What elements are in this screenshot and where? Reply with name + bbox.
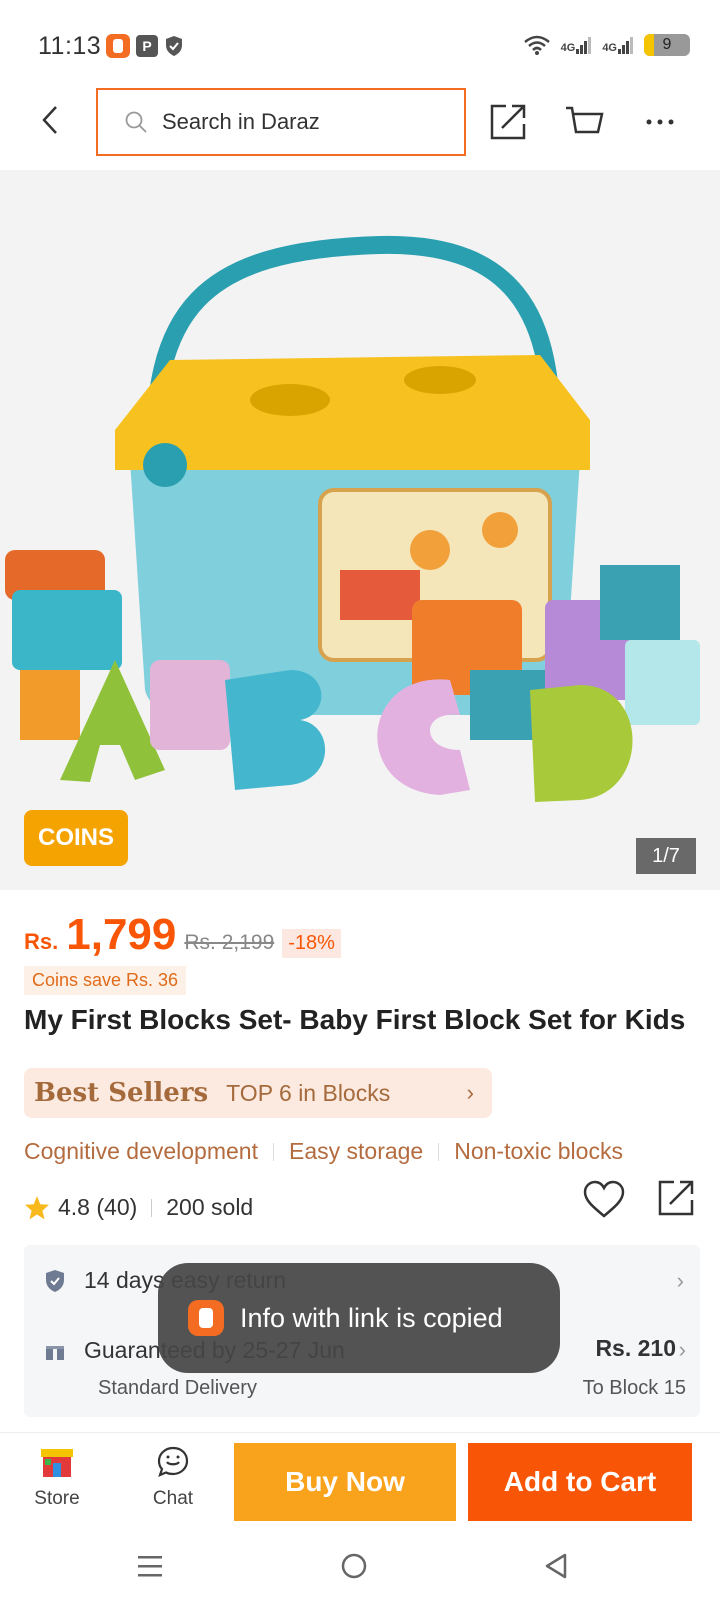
- daraz-app-icon: [106, 34, 130, 58]
- system-icons: 4G 4G 9: [523, 34, 690, 56]
- network-type-2: 4G: [602, 42, 617, 54]
- signal-icon-2: 4G: [602, 36, 634, 54]
- rating-value[interactable]: 4.8 (40): [58, 1194, 137, 1221]
- coins-save-badge: Coins save Rs. 36: [24, 966, 187, 995]
- signal-icon-1: 4G: [561, 36, 593, 54]
- add-to-cart-button[interactable]: Add to Cart: [468, 1443, 692, 1521]
- home-button[interactable]: [332, 1544, 376, 1588]
- system-nav-bar: [0, 1532, 720, 1600]
- delivery-type: Standard Delivery: [98, 1377, 257, 1399]
- back-button[interactable]: [30, 100, 70, 140]
- price-currency: Rs.: [24, 929, 59, 954]
- image-page-indicator: 1/7: [636, 838, 696, 874]
- best-sellers-banner[interactable]: Best Sellers TOP 6 in Blocks ›: [24, 1068, 492, 1118]
- status-time: 11:13: [38, 32, 102, 60]
- product-tags: Cognitive development Easy storage Non-t…: [24, 1138, 623, 1165]
- heart-icon: [583, 1180, 625, 1218]
- wishlist-button[interactable]: [582, 1178, 626, 1222]
- delivery-destination: To Block 15: [582, 1377, 686, 1399]
- header: Search in Daraz: [0, 80, 720, 170]
- tag-item: Non-toxic blocks: [454, 1138, 623, 1164]
- coins-badge: COINS: [24, 810, 128, 866]
- discount-badge: -18%: [282, 929, 341, 958]
- best-sellers-label: Best Sellers: [34, 1078, 209, 1108]
- product-image: [5, 235, 700, 802]
- status-bar: 11:13 P 4G 4G 9: [0, 0, 720, 80]
- divider: [151, 1198, 153, 1217]
- chat-icon: [157, 1446, 189, 1477]
- sold-count: 200 sold: [166, 1194, 254, 1220]
- recents-button[interactable]: [128, 1544, 172, 1588]
- shield-icon: [166, 36, 182, 56]
- toast-message: Info with link is copied: [158, 1263, 560, 1373]
- wifi-icon: [523, 35, 550, 55]
- more-icon: [646, 119, 674, 125]
- price-row: Rs. 1,799 Rs. 2,199 -18%: [24, 910, 341, 960]
- cart-icon: [566, 106, 604, 134]
- chevron-right-icon: ›: [678, 1337, 686, 1362]
- divider: [438, 1142, 440, 1161]
- system-back-button[interactable]: [534, 1544, 578, 1588]
- cart-button[interactable]: [562, 100, 606, 144]
- toast-text: Info with link is copied: [240, 1302, 503, 1333]
- search-input[interactable]: Search in Daraz: [96, 88, 466, 156]
- tag-item: Easy storage: [288, 1138, 424, 1164]
- share-button[interactable]: [486, 100, 530, 144]
- current-price: 1,799: [66, 910, 177, 959]
- tag-item: Cognitive development: [24, 1138, 258, 1164]
- original-price: Rs. 2,199: [184, 931, 275, 954]
- rating-row: 4.8 (40) 200 sold: [24, 1180, 704, 1221]
- parking-icon: P: [136, 35, 158, 57]
- battery-icon: 9: [644, 34, 690, 56]
- chevron-left-icon: [42, 106, 57, 134]
- delivery-price: Rs. 210: [595, 1335, 676, 1361]
- more-button[interactable]: [638, 100, 682, 144]
- search-placeholder: Search in Daraz: [162, 109, 320, 134]
- bottom-action-bar: Store Chat Buy Now Add to Cart: [0, 1432, 720, 1532]
- share-icon: [658, 1180, 694, 1216]
- back-triangle-icon: [545, 1553, 567, 1579]
- chat-label: Chat: [152, 1488, 194, 1509]
- product-image-gallery[interactable]: COINS 1/7: [0, 170, 720, 890]
- share-icon: [490, 104, 526, 140]
- home-circle-icon: [341, 1553, 367, 1579]
- store-icon: [41, 1449, 73, 1477]
- chat-button[interactable]: Chat: [138, 1445, 208, 1510]
- star-icon: [25, 1195, 49, 1219]
- chevron-right-icon: ›: [466, 1080, 474, 1105]
- package-icon: [46, 1341, 64, 1360]
- battery-level: 9: [662, 36, 672, 53]
- notification-icons: P: [106, 34, 184, 58]
- store-button[interactable]: Store: [22, 1445, 92, 1510]
- shield-check-icon: [46, 1269, 64, 1292]
- search-icon: [125, 111, 147, 133]
- divider: [272, 1142, 274, 1161]
- daraz-app-icon: [188, 1300, 224, 1336]
- menu-icon: [138, 1556, 162, 1577]
- store-label: Store: [34, 1488, 80, 1509]
- product-title: My First Blocks Set- Baby First Block Se…: [24, 1004, 686, 1035]
- network-type-1: 4G: [560, 42, 576, 54]
- buy-now-button[interactable]: Buy Now: [234, 1443, 456, 1521]
- share-product-button[interactable]: [656, 1178, 700, 1222]
- best-sellers-rank: TOP 6 in Blocks: [226, 1079, 391, 1106]
- chevron-right-icon: ›: [676, 1267, 684, 1293]
